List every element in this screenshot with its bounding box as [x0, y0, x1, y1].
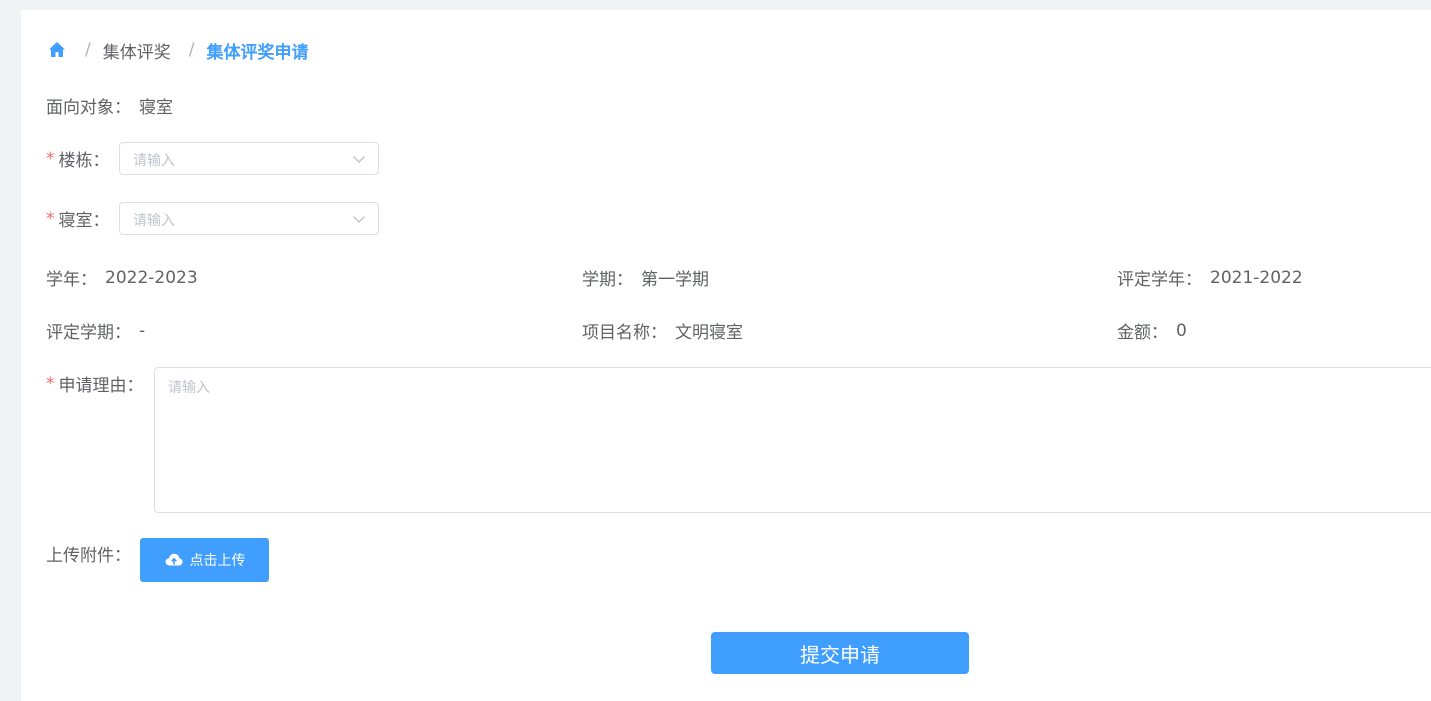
academic-year-value: 2022-2023 — [105, 267, 198, 288]
eval-year-value: 2021-2022 — [1210, 267, 1303, 288]
room-placeholder: 请输入 — [133, 213, 175, 229]
eval-year-label: 评定学年： — [1117, 270, 1202, 290]
form-card: / 集体评奖 / 集体评奖申请 面向对象： 寝室 * 楼栋： 请输入 * 寝室：… — [21, 10, 1431, 701]
academic-year-field: 学年： 2022-2023 — [46, 265, 198, 291]
building-label: 楼栋： — [58, 151, 110, 171]
breadcrumb-separator: / — [85, 40, 91, 60]
eval-semester-label: 评定学期： — [46, 323, 131, 343]
attachment-row: 上传附件： — [46, 541, 131, 566]
breadcrumb-item-current: 集体评奖申请 — [206, 42, 309, 63]
target-row: 面向对象： 寝室 — [46, 93, 173, 118]
room-row: * 寝室： — [46, 206, 110, 232]
building-select[interactable]: 请输入 — [119, 142, 379, 175]
breadcrumb-item-collective-award[interactable]: 集体评奖 — [103, 38, 171, 63]
home-icon[interactable] — [47, 40, 67, 60]
semester-value: 第一学期 — [641, 270, 709, 290]
amount-field: 金额： 0 — [1117, 318, 1187, 344]
semester-label: 学期： — [582, 270, 633, 290]
academic-year-label: 学年： — [46, 270, 97, 290]
room-select[interactable]: 请输入 — [119, 202, 379, 235]
room-label: 寝室： — [58, 211, 110, 231]
reason-row: * 申请理由： — [46, 371, 144, 397]
amount-value: 0 — [1176, 320, 1187, 341]
required-mark: * — [46, 208, 55, 229]
reason-textarea[interactable]: 请输入 — [154, 367, 1431, 513]
reason-placeholder: 请输入 — [168, 380, 210, 396]
attachment-label: 上传附件： — [46, 546, 131, 566]
project-name-value: 文明寝室 — [675, 323, 743, 343]
chevron-down-icon — [353, 216, 365, 223]
eval-semester-value: - — [139, 320, 146, 341]
eval-semester-field: 评定学期： - — [46, 318, 146, 344]
building-row: * 楼栋： — [46, 146, 110, 172]
project-name-field: 项目名称： 文明寝室 — [582, 318, 743, 343]
breadcrumb-separator: / — [188, 40, 195, 60]
upload-button-label: 点击上传 — [189, 553, 246, 569]
required-mark: * — [46, 373, 55, 394]
eval-year-field: 评定学年： 2021-2022 — [1117, 265, 1303, 291]
submit-button[interactable]: 提交申请 — [711, 632, 969, 674]
reason-label: 申请理由： — [58, 376, 144, 396]
building-placeholder: 请输入 — [133, 153, 175, 169]
submit-button-label: 提交申请 — [800, 642, 880, 667]
project-name-label: 项目名称： — [582, 323, 667, 343]
target-value: 寝室 — [139, 98, 173, 118]
amount-label: 金额： — [1117, 323, 1168, 343]
breadcrumb: / 集体评奖 / 集体评奖申请 — [47, 38, 309, 63]
required-mark: * — [46, 148, 55, 169]
target-label: 面向对象： — [46, 98, 131, 118]
semester-field: 学期： 第一学期 — [582, 265, 709, 290]
cloud-upload-icon — [165, 553, 182, 566]
upload-button[interactable]: 点击上传 — [140, 538, 269, 582]
chevron-down-icon — [353, 156, 365, 163]
